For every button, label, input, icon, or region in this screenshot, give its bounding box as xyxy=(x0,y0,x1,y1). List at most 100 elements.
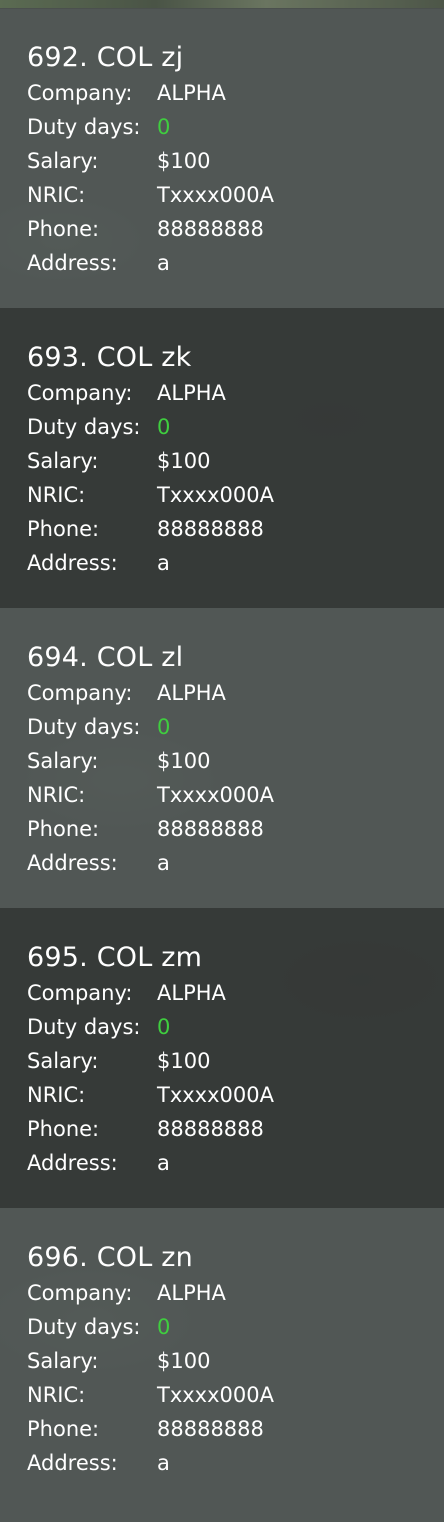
salary-value: $100 xyxy=(157,1349,211,1373)
person-title: 696. COL zn xyxy=(27,1242,193,1273)
phone-value: 88888888 xyxy=(157,1417,264,1441)
nric-row: NRIC: Txxxx000A xyxy=(27,178,444,212)
salary-label: Salary: xyxy=(27,1349,99,1373)
phone-label: Phone: xyxy=(27,517,100,541)
phone-row: Phone: 88888888 xyxy=(27,812,444,846)
duty-days-row: Duty days: 0 xyxy=(27,710,444,744)
address-row: Address: a xyxy=(27,246,444,280)
phone-value: 88888888 xyxy=(157,217,264,241)
address-row: Address: a xyxy=(27,546,444,580)
person-title: 692. COL zj xyxy=(27,42,184,73)
phone-value: 88888888 xyxy=(157,817,264,841)
duty-days-value: 0 xyxy=(157,115,171,139)
salary-row: Salary: $100 xyxy=(27,744,444,778)
duty-days-row: Duty days: 0 xyxy=(27,110,444,144)
company-value: ALPHA xyxy=(157,1281,226,1305)
phone-row: Phone: 88888888 xyxy=(27,1412,444,1446)
person-card[interactable]: 696. COL zn Company: ALPHA Duty days: 0 Sa… xyxy=(0,1208,444,1508)
nric-label: NRIC: xyxy=(27,1383,86,1407)
salary-label: Salary: xyxy=(27,1049,99,1073)
person-card[interactable]: 693. COL zk Company: ALPHA Duty days: 0 Sa… xyxy=(0,308,444,608)
address-label: Address: xyxy=(27,851,118,875)
salary-row: Salary: $100 xyxy=(27,1344,444,1378)
nric-label: NRIC: xyxy=(27,183,86,207)
duty-days-value: 0 xyxy=(157,415,171,439)
phone-label: Phone: xyxy=(27,1417,100,1441)
phone-label: Phone: xyxy=(27,1117,100,1141)
duty-days-label: Duty days: xyxy=(27,415,141,439)
salary-value: $100 xyxy=(157,449,211,473)
company-label: Company: xyxy=(27,681,133,705)
nric-row: NRIC: Txxxx000A xyxy=(27,478,444,512)
company-value: ALPHA xyxy=(157,981,226,1005)
nric-label: NRIC: xyxy=(27,783,86,807)
person-title: 694. COL zl xyxy=(27,642,184,673)
company-row: Company: ALPHA xyxy=(27,76,444,110)
phone-row: Phone: 88888888 xyxy=(27,1112,444,1146)
salary-label: Salary: xyxy=(27,149,99,173)
address-row: Address: a xyxy=(27,846,444,880)
salary-label: Salary: xyxy=(27,449,99,473)
duty-days-label: Duty days: xyxy=(27,715,141,739)
address-value: a xyxy=(157,551,170,575)
duty-days-row: Duty days: 0 xyxy=(27,1310,444,1344)
address-label: Address: xyxy=(27,1151,118,1175)
salary-row: Salary: $100 xyxy=(27,1044,444,1078)
duty-days-label: Duty days: xyxy=(27,1015,141,1039)
person-card[interactable]: 694. COL zl Company: ALPHA Duty days: 0 Sa… xyxy=(0,608,444,908)
address-row: Address: a xyxy=(27,1146,444,1180)
phone-value: 88888888 xyxy=(157,517,264,541)
duty-days-value: 0 xyxy=(157,1315,171,1339)
company-label: Company: xyxy=(27,81,133,105)
address-value: a xyxy=(157,851,170,875)
salary-label: Salary: xyxy=(27,749,99,773)
address-value: a xyxy=(157,1451,170,1475)
nric-label: NRIC: xyxy=(27,483,86,507)
company-row: Company: ALPHA xyxy=(27,1276,444,1310)
nric-value: Txxxx000A xyxy=(157,783,274,807)
person-title: 693. COL zk xyxy=(27,342,192,373)
phone-label: Phone: xyxy=(27,817,100,841)
duty-days-row: Duty days: 0 xyxy=(27,410,444,444)
company-value: ALPHA xyxy=(157,81,226,105)
nric-label: NRIC: xyxy=(27,1083,86,1107)
nric-value: Txxxx000A xyxy=(157,483,274,507)
nric-row: NRIC: Txxxx000A xyxy=(27,1378,444,1412)
salary-row: Salary: $100 xyxy=(27,144,444,178)
salary-row: Salary: $100 xyxy=(27,444,444,478)
nric-value: Txxxx000A xyxy=(157,1083,274,1107)
duty-days-value: 0 xyxy=(157,715,171,739)
phone-row: Phone: 88888888 xyxy=(27,512,444,546)
phone-row: Phone: 88888888 xyxy=(27,212,444,246)
phone-value: 88888888 xyxy=(157,1117,264,1141)
company-value: ALPHA xyxy=(157,381,226,405)
company-label: Company: xyxy=(27,1281,133,1305)
salary-value: $100 xyxy=(157,149,211,173)
person-title: 695. COL zm xyxy=(27,942,203,973)
company-value: ALPHA xyxy=(157,681,226,705)
nric-value: Txxxx000A xyxy=(157,1383,274,1407)
company-row: Company: ALPHA xyxy=(27,976,444,1010)
person-list-window: 692. COL zj Company: ALPHA Duty days: 0 Sa… xyxy=(0,0,444,1522)
nric-row: NRIC: Txxxx000A xyxy=(27,1078,444,1112)
company-label: Company: xyxy=(27,981,133,1005)
duty-days-value: 0 xyxy=(157,1015,171,1039)
address-label: Address: xyxy=(27,551,118,575)
company-row: Company: ALPHA xyxy=(27,376,444,410)
address-label: Address: xyxy=(27,251,118,275)
person-card[interactable]: 692. COL zj Company: ALPHA Duty days: 0 Sa… xyxy=(0,8,444,308)
salary-value: $100 xyxy=(157,1049,211,1073)
duty-days-label: Duty days: xyxy=(27,1315,141,1339)
address-row: Address: a xyxy=(27,1446,444,1480)
address-label: Address: xyxy=(27,1451,118,1475)
salary-value: $100 xyxy=(157,749,211,773)
phone-label: Phone: xyxy=(27,217,100,241)
nric-row: NRIC: Txxxx000A xyxy=(27,778,444,812)
duty-days-label: Duty days: xyxy=(27,115,141,139)
address-value: a xyxy=(157,251,170,275)
company-label: Company: xyxy=(27,381,133,405)
person-list[interactable]: 692. COL zj Company: ALPHA Duty days: 0 Sa… xyxy=(0,8,444,1508)
person-card[interactable]: 695. COL zm Company: ALPHA Duty days: 0 Sa… xyxy=(0,908,444,1208)
nric-value: Txxxx000A xyxy=(157,183,274,207)
next-card-edge xyxy=(0,1508,444,1522)
